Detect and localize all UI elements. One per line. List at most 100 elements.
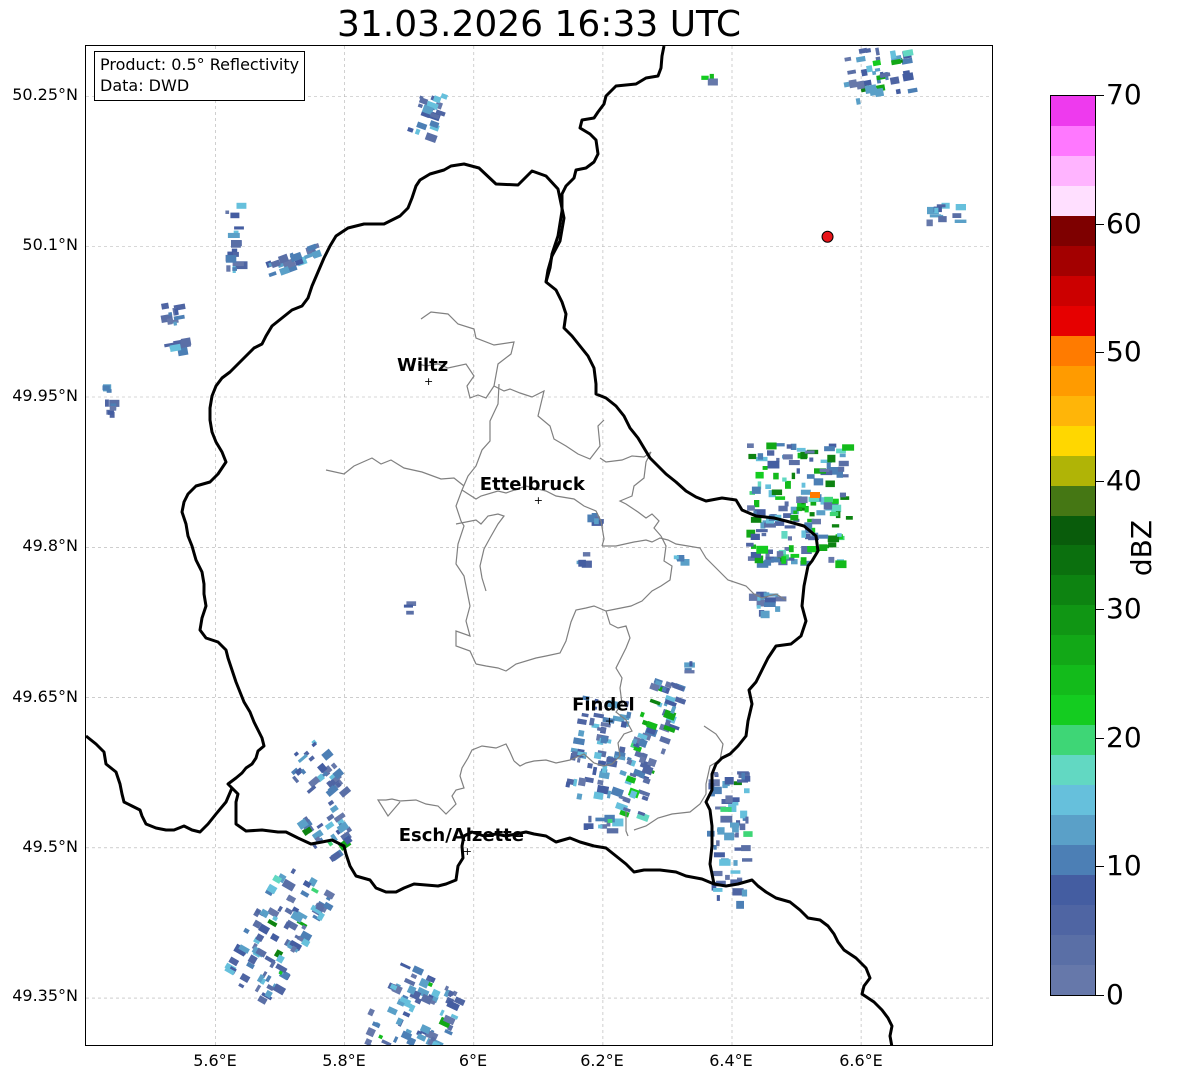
echo-cluster	[407, 93, 449, 144]
echo-cell	[739, 823, 746, 831]
echo-cell	[771, 558, 781, 563]
echo-cell	[403, 977, 416, 987]
echo-cell	[414, 128, 421, 136]
colorbar-segment	[1051, 425, 1095, 456]
canton-border-line	[475, 535, 673, 672]
echo-cell	[717, 828, 723, 832]
echo-cluster	[224, 868, 336, 1005]
echo-cell	[837, 466, 845, 472]
radar-map[interactable]: + Wiltz + Ettelbruck + Findel + Esch/Alzette	[85, 45, 993, 1046]
echo-cell	[860, 68, 868, 77]
echo-cell	[105, 399, 109, 407]
echo-cell	[837, 533, 842, 537]
echo-cell	[756, 529, 768, 533]
echo-cluster	[748, 591, 787, 619]
city-marker: +	[424, 375, 433, 388]
echo-cell	[901, 57, 913, 65]
echo-cell	[767, 549, 773, 554]
echo-cell	[713, 888, 723, 892]
echo-cell	[227, 232, 240, 238]
echo-cell	[583, 823, 594, 829]
echo-cell	[620, 720, 628, 728]
echo-cell	[835, 560, 847, 569]
lon-tick-label: 6°E	[458, 1051, 488, 1070]
colorbar-segment	[1051, 215, 1095, 246]
echo-cell	[760, 610, 770, 619]
echo-cell	[399, 962, 411, 970]
echo-cell	[786, 444, 792, 449]
echo-cell	[747, 443, 754, 448]
echo-cluster	[403, 601, 417, 615]
echo-cell	[576, 757, 581, 763]
echo-cell	[785, 480, 791, 489]
echo-cluster	[926, 202, 967, 227]
lon-tick-label: 5.6°E	[193, 1051, 237, 1070]
echo-cell	[416, 121, 428, 131]
colorbar-tick-label: 30	[1106, 592, 1142, 626]
echo-cluster	[290, 739, 352, 798]
echo-cell	[293, 751, 300, 757]
echo-cell	[845, 516, 853, 520]
echo-cell	[606, 828, 619, 834]
echo-cluster	[225, 202, 248, 273]
echo-cell	[386, 1006, 398, 1016]
echo-cell	[403, 604, 413, 608]
echo-cell	[741, 889, 748, 897]
echo-cell	[595, 817, 605, 822]
echo-cell	[588, 815, 592, 823]
echo-cell	[838, 460, 849, 467]
colorbar-segment	[1051, 485, 1095, 516]
lon-tick-label: 6.4°E	[709, 1051, 753, 1070]
echo-cell	[670, 705, 677, 714]
echo-cell	[746, 542, 754, 547]
colorbar-segment	[1051, 695, 1095, 726]
echo-cell	[327, 799, 335, 806]
echo-cell	[173, 321, 178, 326]
echo-cell	[102, 385, 110, 391]
echo-cell	[308, 755, 315, 762]
echo-cell	[874, 87, 885, 98]
echo-cell	[764, 602, 776, 607]
echo-cell	[764, 559, 772, 566]
echo-cell	[809, 457, 814, 462]
echo-cell	[735, 832, 739, 838]
city-label: Esch/Alzette	[399, 825, 524, 846]
echo-cell	[284, 907, 294, 915]
colorbar-segment	[1051, 95, 1095, 126]
echo-cell	[701, 75, 709, 80]
echo-cell	[326, 813, 335, 822]
echo-cell	[872, 59, 882, 67]
city-label: Ettelbruck	[480, 474, 586, 495]
graticule	[86, 46, 992, 1045]
echo-cell	[751, 486, 761, 494]
echo-cluster	[364, 962, 466, 1045]
colorbar-tick-label: 60	[1106, 206, 1142, 240]
echo-cell	[684, 670, 695, 674]
lon-tick-label: 6.2°E	[580, 1051, 624, 1070]
echo-cell	[765, 484, 771, 489]
echo-cluster	[707, 771, 753, 909]
echo-cell	[889, 76, 900, 85]
echo-cluster	[701, 73, 718, 86]
echo-cluster	[746, 442, 855, 569]
echo-cell	[748, 453, 757, 460]
echo-cell	[775, 496, 786, 500]
echo-cell	[230, 212, 240, 219]
colorbar-tickmark	[1096, 352, 1104, 354]
echo-cell	[417, 103, 424, 109]
echo-cell	[572, 737, 586, 746]
echo-cell	[826, 462, 831, 469]
echo-cell	[649, 698, 661, 706]
colorbar-segment	[1051, 725, 1095, 756]
echo-cell	[424, 132, 438, 144]
echo-cell	[407, 126, 414, 133]
echo-cell	[742, 858, 753, 862]
echo-cell	[831, 504, 842, 513]
echo-cell	[707, 78, 718, 86]
echo-cell	[592, 766, 598, 776]
country-borders	[86, 46, 894, 1045]
echo-cell	[775, 606, 781, 612]
echo-cell	[782, 477, 787, 482]
colorbar-segment	[1051, 155, 1095, 186]
echo-cell	[323, 889, 336, 900]
